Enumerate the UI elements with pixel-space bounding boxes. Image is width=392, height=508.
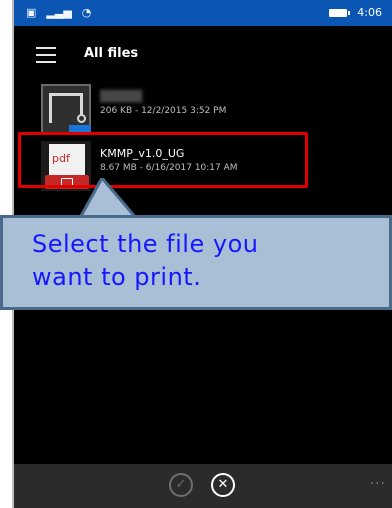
signal-icon: ▂▃▅ [46,6,72,19]
file-meta: 206 KB - 12/2/2015 3:52 PM [100,106,227,116]
file-name: ▒▒▒▒▒ [100,90,143,103]
page-title: All files [84,46,139,61]
file-item[interactable]: ▒▒▒▒▒ 206 KB - 12/2/2015 3:52 PM [14,80,392,140]
status-time: 4:06 [357,6,382,19]
callout-text: Select the file you want to print. [32,228,382,294]
status-right: 4:06 [329,6,382,19]
hamburger-menu-icon[interactable] [36,47,56,63]
cancel-icon[interactable]: ✕ [211,473,235,497]
more-options-icon[interactable]: ··· [370,476,386,492]
callout-line-1: Select the file you [32,230,259,258]
callout-line-2: want to print. [32,263,202,291]
document-icon [41,84,91,134]
status-icons: ▣ ▂▃▅ ◔ [26,6,91,19]
wifi-icon: ◔ [81,6,92,19]
battery-icon [329,8,351,17]
app-bar: ✓ ✕ ··· [14,464,392,508]
selection-highlight [18,132,308,188]
app-header: All files [14,38,392,74]
check-icon[interactable]: ✓ [169,473,193,497]
sim-icon: ▣ [26,6,37,19]
status-bar: ▣ ▂▃▅ ◔ 4:06 [14,0,392,26]
